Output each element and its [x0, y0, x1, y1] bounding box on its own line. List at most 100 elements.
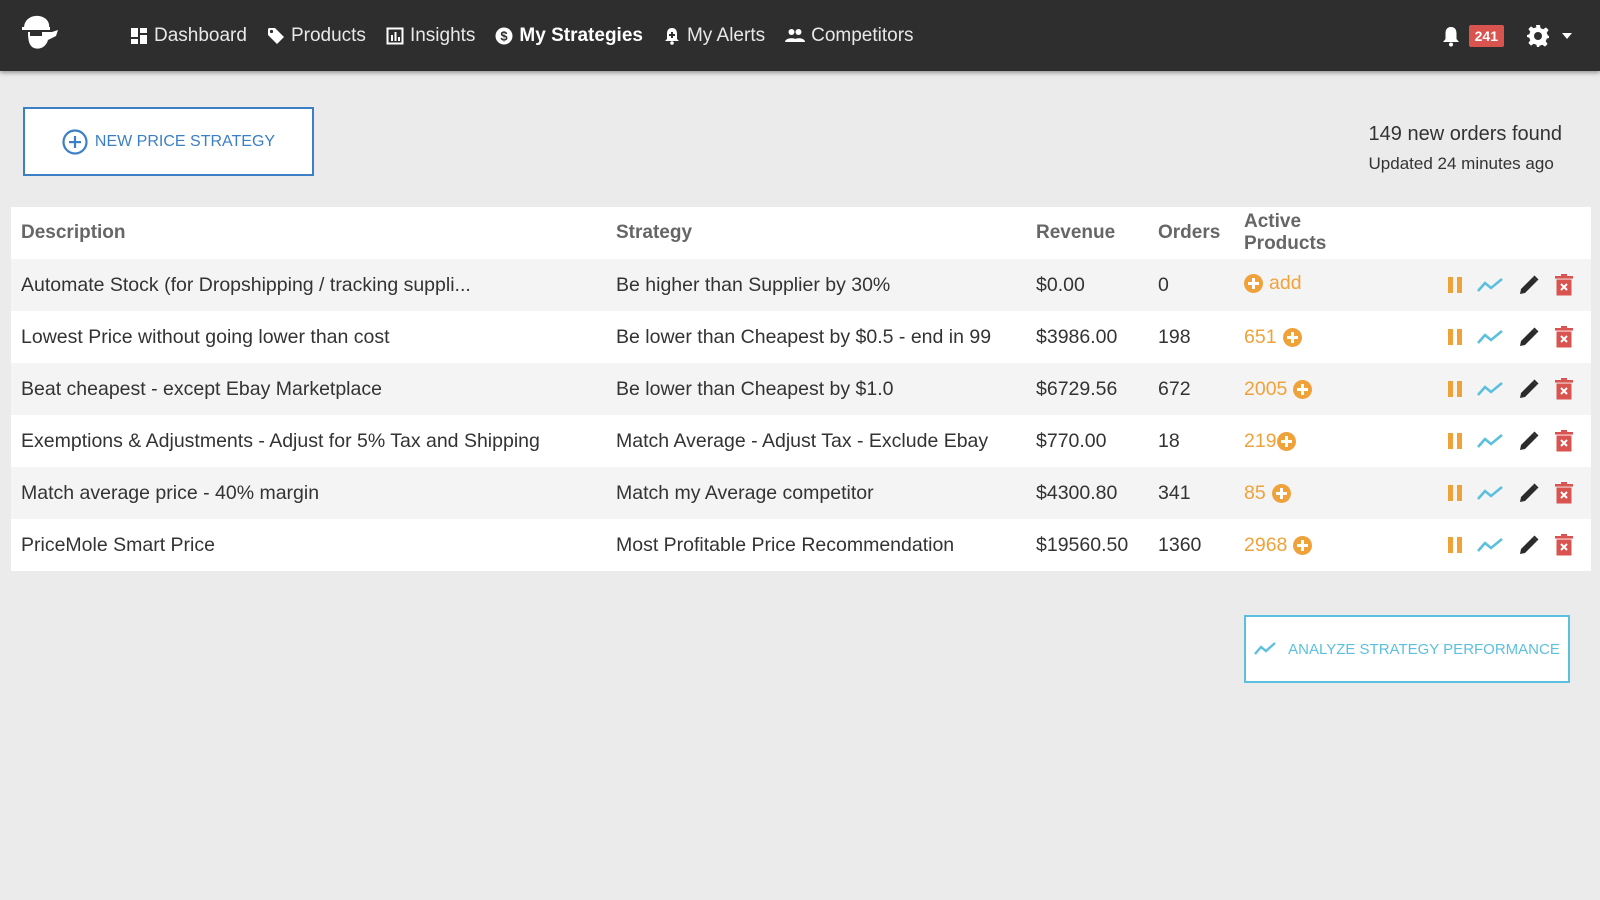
table-row[interactable]: Automate Stock (for Dropshipping / track…: [11, 259, 1591, 311]
pause-icon[interactable]: [1447, 432, 1463, 450]
cell-active-products[interactable]: 2968: [1234, 519, 1384, 571]
notification-bell-icon[interactable]: [1441, 25, 1461, 47]
cell-strategy: Match my Average competitor: [606, 467, 1026, 519]
active-products-link[interactable]: 219: [1244, 430, 1296, 453]
active-products-value: add: [1269, 271, 1302, 294]
cell-description: Match average price - 40% margin: [11, 467, 606, 519]
table-row[interactable]: Exemptions & Adjustments - Adjust for 5%…: [11, 415, 1591, 467]
cell-actions: [1384, 467, 1591, 519]
header-active-products[interactable]: Active Products: [1234, 207, 1384, 259]
active-products-value: 219: [1244, 429, 1277, 452]
edit-pencil-icon[interactable]: [1517, 481, 1541, 505]
tag-icon: [267, 27, 284, 44]
analyze-strategy-label: ANALYZE STRATEGY PERFORMANCE: [1288, 640, 1560, 658]
cell-strategy: Be lower than Cheapest by $0.5 - end in …: [616, 325, 992, 348]
active-products-link[interactable]: add: [1244, 272, 1302, 295]
cell-description: Automate Stock (for Dropshipping / track…: [11, 259, 606, 311]
header-revenue[interactable]: Revenue: [1026, 207, 1148, 259]
performance-chart-icon[interactable]: [1477, 485, 1503, 501]
pause-icon[interactable]: [1447, 536, 1463, 554]
add-products-plus-icon[interactable]: [1244, 273, 1263, 293]
header-description[interactable]: Description: [11, 207, 606, 259]
delete-trash-icon[interactable]: [1555, 430, 1573, 452]
updated-time-text: Updated 24 minutes ago: [1368, 154, 1554, 173]
nav-insights[interactable]: Insights: [386, 25, 475, 47]
pause-icon[interactable]: [1447, 276, 1463, 294]
delete-trash-icon[interactable]: [1555, 378, 1573, 400]
nav-competitors[interactable]: Competitors: [785, 24, 914, 47]
cell-orders: 1360: [1158, 533, 1202, 556]
cell-active-products[interactable]: add: [1234, 259, 1384, 311]
svg-text:$: $: [501, 28, 509, 43]
cell-active-products[interactable]: 651: [1234, 311, 1384, 363]
new-price-strategy-button[interactable]: NEW PRICE STRATEGY: [23, 107, 314, 176]
cell-active-products[interactable]: 85: [1234, 467, 1384, 519]
performance-chart-icon[interactable]: [1477, 329, 1503, 345]
performance-chart-icon[interactable]: [1477, 381, 1503, 397]
nav-dashboard[interactable]: Dashboard: [130, 25, 247, 47]
dashboard-icon: [131, 27, 147, 44]
table-row[interactable]: Lowest Price without going lower than co…: [11, 311, 1591, 363]
add-products-plus-icon[interactable]: [1293, 535, 1313, 555]
cell-actions: [1384, 519, 1591, 571]
cell-active-products[interactable]: 2005: [1234, 363, 1384, 415]
table-row[interactable]: Beat cheapest - except Ebay Marketplace …: [11, 363, 1591, 415]
cell-revenue: $4300.80: [1026, 467, 1148, 519]
nav-products[interactable]: Products: [267, 25, 366, 47]
add-products-plus-icon[interactable]: [1276, 431, 1296, 451]
new-orders-found-text: 149 new orders found: [1368, 123, 1562, 145]
active-products-link[interactable]: 2005: [1244, 378, 1313, 401]
table-row[interactable]: Match average price - 40% margin Match m…: [11, 467, 1591, 519]
cell-description: Beat cheapest - except Ebay Marketplace: [11, 363, 606, 415]
nav-competitors-label: Competitors: [811, 24, 914, 46]
nav-my-strategies[interactable]: $ My Strategies: [495, 25, 643, 47]
active-products-link[interactable]: 651: [1244, 326, 1302, 349]
active-products-value: 651: [1244, 325, 1277, 348]
dollar-circle-icon: $: [495, 27, 513, 44]
cell-active-products[interactable]: 219: [1234, 415, 1384, 467]
pause-icon[interactable]: [1447, 328, 1463, 346]
alert-bell-icon: [664, 27, 679, 45]
edit-pencil-icon[interactable]: [1517, 325, 1541, 349]
plus-circle-icon: [62, 128, 88, 155]
delete-trash-icon[interactable]: [1555, 534, 1573, 556]
active-products-link[interactable]: 85: [1244, 482, 1291, 505]
cell-strategy: Match Average - Adjust Tax - Exclude Eba…: [616, 429, 989, 452]
header-orders[interactable]: Orders: [1148, 207, 1234, 259]
edit-pencil-icon[interactable]: [1517, 377, 1541, 401]
cell-revenue: $19560.50: [1036, 533, 1129, 556]
header-strategy[interactable]: Strategy: [606, 207, 1026, 259]
cell-orders: 341: [1148, 467, 1234, 519]
cell-actions: [1384, 311, 1591, 363]
analyze-strategy-performance-button[interactable]: ANALYZE STRATEGY PERFORMANCE: [1244, 615, 1570, 683]
edit-pencil-icon[interactable]: [1517, 273, 1541, 297]
performance-chart-icon[interactable]: [1477, 537, 1503, 553]
chart-box-icon: [386, 27, 404, 44]
settings-dropdown-caret-icon[interactable]: [1562, 32, 1572, 39]
notification-count-badge[interactable]: 241: [1468, 24, 1504, 47]
edit-pencil-icon[interactable]: [1517, 429, 1541, 453]
nav-my-alerts[interactable]: My Alerts: [663, 25, 765, 47]
active-products-link[interactable]: 2968: [1244, 534, 1313, 557]
add-products-plus-icon[interactable]: [1271, 483, 1291, 503]
cell-orders: 198: [1158, 325, 1191, 348]
table-header-row: Description Strategy Revenue Orders Acti…: [11, 207, 1591, 259]
nav-my-strategies-label: My Strategies: [519, 24, 643, 46]
gear-icon[interactable]: [1526, 24, 1550, 48]
delete-trash-icon[interactable]: [1555, 326, 1573, 348]
add-products-plus-icon[interactable]: [1293, 379, 1313, 399]
table-row[interactable]: PriceMole Smart Price Most Profitable Pr…: [11, 519, 1591, 571]
active-products-value: 85: [1244, 481, 1266, 504]
performance-chart-icon[interactable]: [1477, 433, 1503, 449]
delete-trash-icon[interactable]: [1555, 482, 1573, 504]
edit-pencil-icon[interactable]: [1517, 533, 1541, 557]
logo-icon[interactable]: [18, 14, 60, 52]
performance-chart-icon[interactable]: [1477, 277, 1503, 293]
add-products-plus-icon[interactable]: [1282, 327, 1302, 347]
nav-products-label: Products: [290, 24, 366, 46]
pause-icon[interactable]: [1447, 484, 1463, 502]
pause-icon[interactable]: [1447, 380, 1463, 398]
delete-trash-icon[interactable]: [1555, 274, 1573, 296]
cell-revenue: $0.00: [1026, 259, 1148, 311]
cell-orders: 672: [1148, 363, 1234, 415]
